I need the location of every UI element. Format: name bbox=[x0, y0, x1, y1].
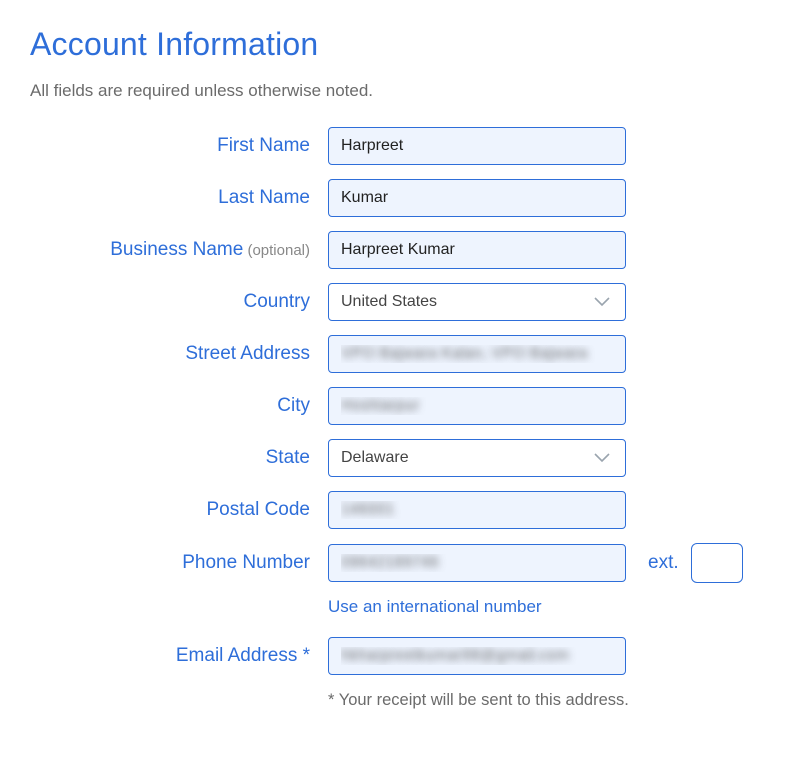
row-street: Street Address bbox=[30, 335, 770, 373]
label-phone: Phone Number bbox=[30, 552, 328, 575]
email-receipt-note: * Your receipt will be sent to this addr… bbox=[328, 689, 648, 711]
first-name-input[interactable] bbox=[328, 127, 626, 165]
label-business-optional: (optional) bbox=[243, 242, 310, 259]
row-business-name: Business Name (optional) bbox=[30, 231, 770, 269]
chevron-down-icon bbox=[593, 452, 611, 464]
row-phone: Phone Number ext. bbox=[30, 543, 770, 583]
row-city: City bbox=[30, 387, 770, 425]
postal-code-input[interactable] bbox=[328, 491, 626, 529]
row-postal: Postal Code bbox=[30, 491, 770, 529]
street-address-input[interactable] bbox=[328, 335, 626, 373]
country-select-value: United States bbox=[341, 293, 437, 311]
row-country: Country United States bbox=[30, 283, 770, 321]
business-name-input[interactable] bbox=[328, 231, 626, 269]
last-name-input[interactable] bbox=[328, 179, 626, 217]
country-select[interactable]: United States bbox=[328, 283, 626, 321]
page-title: Account Information bbox=[30, 26, 770, 63]
state-select-value: Delaware bbox=[341, 449, 409, 467]
row-first-name: First Name bbox=[30, 127, 770, 165]
label-ext: ext. bbox=[648, 552, 679, 574]
state-select[interactable]: Delaware bbox=[328, 439, 626, 477]
email-address-input[interactable] bbox=[328, 637, 626, 675]
city-input[interactable] bbox=[328, 387, 626, 425]
label-street: Street Address bbox=[30, 343, 328, 366]
row-state: State Delaware bbox=[30, 439, 770, 477]
account-info-form: Account Information All fields are requi… bbox=[0, 0, 800, 751]
use-international-number-link[interactable]: Use an international number bbox=[328, 597, 542, 616]
label-business-name-text: Business Name bbox=[110, 239, 243, 260]
label-city: City bbox=[30, 395, 328, 418]
required-note: All fields are required unless otherwise… bbox=[30, 81, 770, 101]
row-last-name: Last Name bbox=[30, 179, 770, 217]
label-country: Country bbox=[30, 291, 328, 314]
label-business-name: Business Name (optional) bbox=[30, 239, 328, 262]
label-postal: Postal Code bbox=[30, 499, 328, 522]
phone-ext-input[interactable] bbox=[691, 543, 743, 583]
label-first-name: First Name bbox=[30, 135, 328, 158]
label-email: Email Address * bbox=[30, 645, 328, 668]
phone-number-input[interactable] bbox=[328, 544, 626, 582]
row-email: Email Address * bbox=[30, 637, 770, 675]
label-state: State bbox=[30, 447, 328, 470]
label-last-name: Last Name bbox=[30, 187, 328, 210]
chevron-down-icon bbox=[593, 296, 611, 308]
